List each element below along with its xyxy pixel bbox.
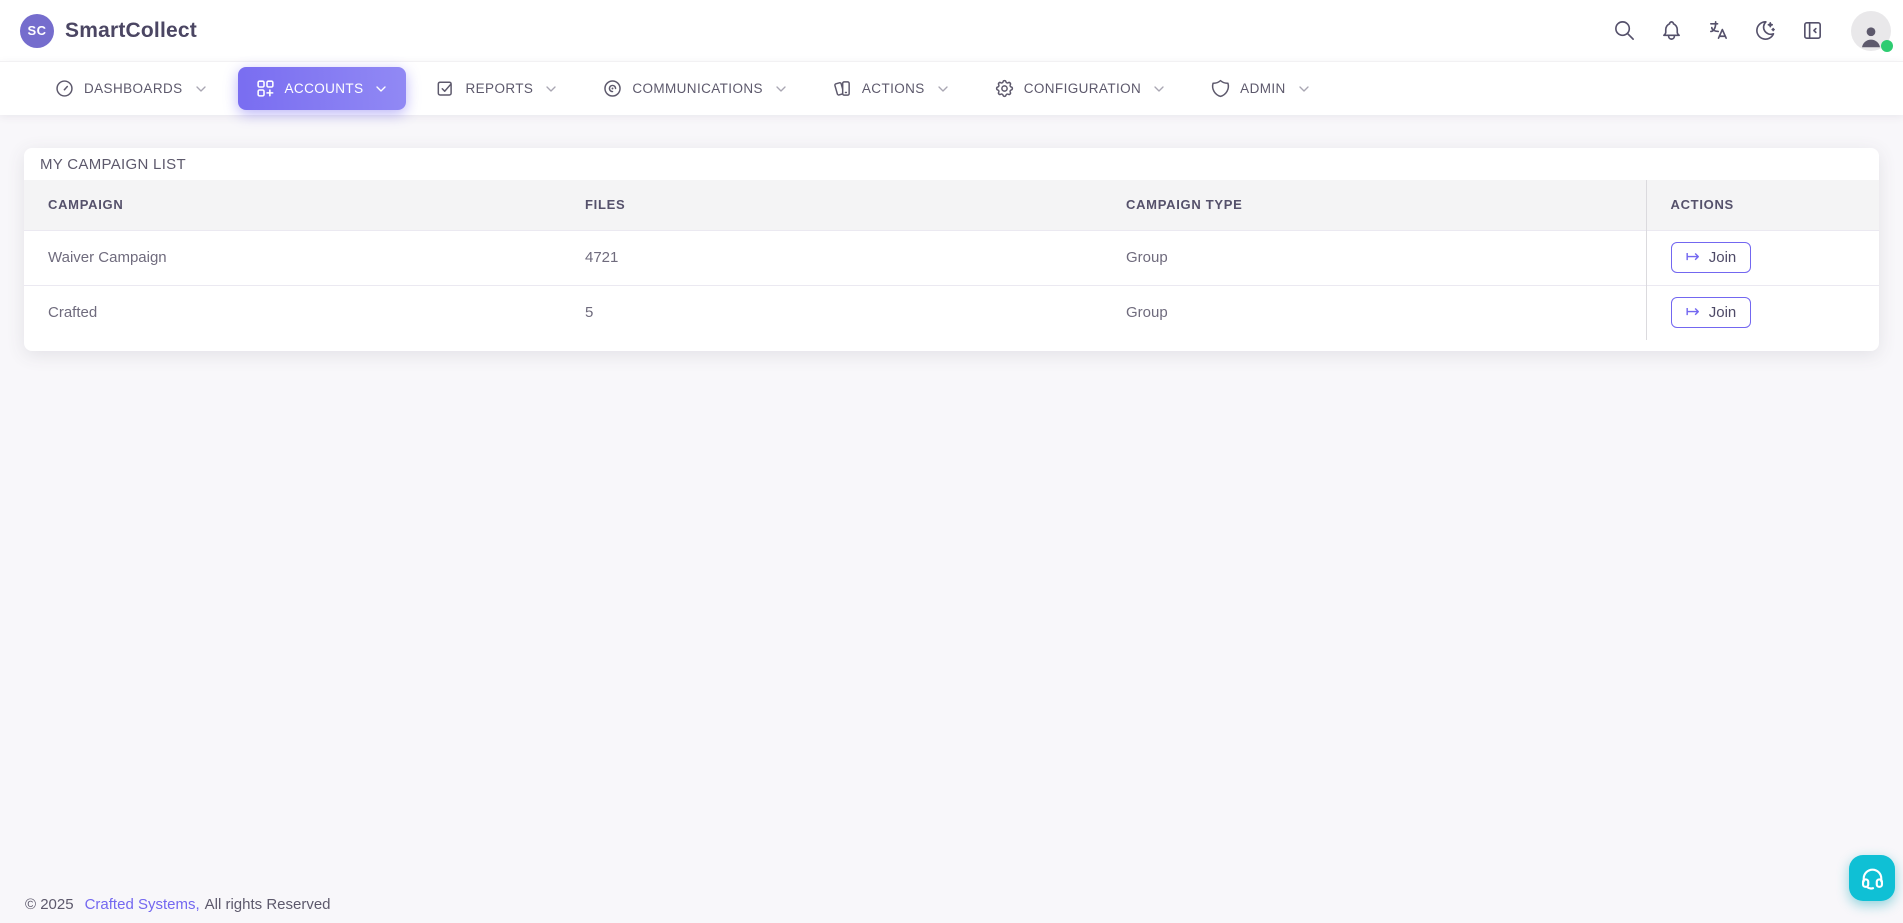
column-header-campaign: CAMPAIGN: [24, 180, 561, 230]
join-button-label: Join: [1709, 249, 1737, 266]
chevron-down-icon: [1151, 81, 1167, 97]
cell-campaign: Waiver Campaign: [24, 230, 561, 285]
cell-actions: ↦ Join: [1646, 285, 1879, 340]
column-header-files: FILES: [561, 180, 1102, 230]
column-header-actions: ACTIONS: [1646, 180, 1879, 230]
nav-label: COMMUNICATIONS: [632, 81, 763, 96]
checkbox-icon: [435, 78, 456, 99]
cell-files: 4721: [561, 230, 1102, 285]
table-row: Crafted 5 Group ↦ Join: [24, 285, 1879, 340]
campaign-table: CAMPAIGN FILES CAMPAIGN TYPE ACTIONS Wai…: [24, 180, 1879, 340]
logo-monogram: SC: [27, 23, 46, 38]
gauge-icon: [54, 78, 75, 99]
cell-files: 5: [561, 285, 1102, 340]
join-arrow-icon: ↦: [1686, 304, 1700, 321]
broadcast-icon: [602, 78, 623, 99]
support-chat-button[interactable]: [1849, 855, 1895, 901]
nav-label: ACTIONS: [862, 81, 925, 96]
grid-plus-icon: [255, 78, 276, 99]
nav-label: CONFIGURATION: [1024, 81, 1141, 96]
language-icon[interactable]: [1706, 19, 1730, 43]
nav-item-admin[interactable]: ADMIN: [1196, 68, 1326, 109]
main-content: MY CAMPAIGN LIST CAMPAIGN FILES CAMPAIGN…: [0, 115, 1903, 351]
dark-mode-icon[interactable]: [1753, 19, 1777, 43]
table-header-row: CAMPAIGN FILES CAMPAIGN TYPE ACTIONS: [24, 180, 1879, 230]
cell-campaign: Crafted: [24, 285, 561, 340]
chevron-down-icon: [193, 81, 209, 97]
layout-panel-icon[interactable]: [1800, 19, 1824, 43]
cell-campaign-type: Group: [1102, 230, 1646, 285]
footer-copyright: © 2025: [25, 896, 74, 913]
nav-item-accounts[interactable]: ACCOUNTS: [238, 67, 407, 110]
headset-icon: [1859, 865, 1886, 892]
chevron-down-icon: [1296, 81, 1312, 97]
nav-item-configuration[interactable]: CONFIGURATION: [980, 68, 1181, 109]
topbar: SC SmartCollect: [0, 0, 1903, 61]
cell-actions: ↦ Join: [1646, 230, 1879, 285]
user-avatar[interactable]: [1851, 11, 1891, 51]
nav-label: REPORTS: [465, 81, 533, 96]
device-icon: [832, 78, 853, 99]
join-button[interactable]: ↦ Join: [1671, 297, 1752, 328]
nav-item-actions[interactable]: ACTIONS: [818, 68, 965, 109]
search-icon[interactable]: [1612, 19, 1636, 43]
chevron-down-icon: [773, 81, 789, 97]
chevron-down-icon: [373, 81, 389, 97]
app-logo-icon: SC: [20, 14, 54, 48]
join-button-label: Join: [1709, 304, 1737, 321]
nav-item-dashboards[interactable]: DASHBOARDS: [40, 68, 223, 109]
shield-icon: [1210, 78, 1231, 99]
app-name: SmartCollect: [65, 19, 197, 43]
chevron-down-icon: [935, 81, 951, 97]
footer-rights-text: All rights Reserved: [205, 896, 331, 913]
column-header-campaign-type: CAMPAIGN TYPE: [1102, 180, 1646, 230]
nav-item-communications[interactable]: COMMUNICATIONS: [588, 68, 803, 109]
footer: © 2025 Crafted Systems, All rights Reser…: [25, 896, 331, 913]
nav-label: ACCOUNTS: [285, 81, 364, 96]
online-status-dot: [1881, 40, 1893, 52]
gear-icon: [994, 78, 1015, 99]
footer-company-link[interactable]: Crafted Systems,: [85, 896, 200, 913]
nav-label: ADMIN: [1240, 81, 1286, 96]
campaign-list-card: MY CAMPAIGN LIST CAMPAIGN FILES CAMPAIGN…: [24, 148, 1879, 351]
join-arrow-icon: ↦: [1686, 249, 1700, 266]
table-row: Waiver Campaign 4721 Group ↦ Join: [24, 230, 1879, 285]
topbar-actions: [1612, 11, 1891, 51]
card-bottom-padding: [24, 340, 1879, 351]
card-title: MY CAMPAIGN LIST: [24, 148, 1879, 180]
nav-item-reports[interactable]: REPORTS: [421, 68, 573, 109]
main-nav: DASHBOARDS ACCOUNTS REPORTS COMMUNICATIO…: [0, 61, 1903, 115]
cell-campaign-type: Group: [1102, 285, 1646, 340]
brand[interactable]: SC SmartCollect: [20, 14, 197, 48]
chevron-down-icon: [543, 81, 559, 97]
bell-icon[interactable]: [1659, 19, 1683, 43]
nav-label: DASHBOARDS: [84, 81, 183, 96]
join-button[interactable]: ↦ Join: [1671, 242, 1752, 273]
